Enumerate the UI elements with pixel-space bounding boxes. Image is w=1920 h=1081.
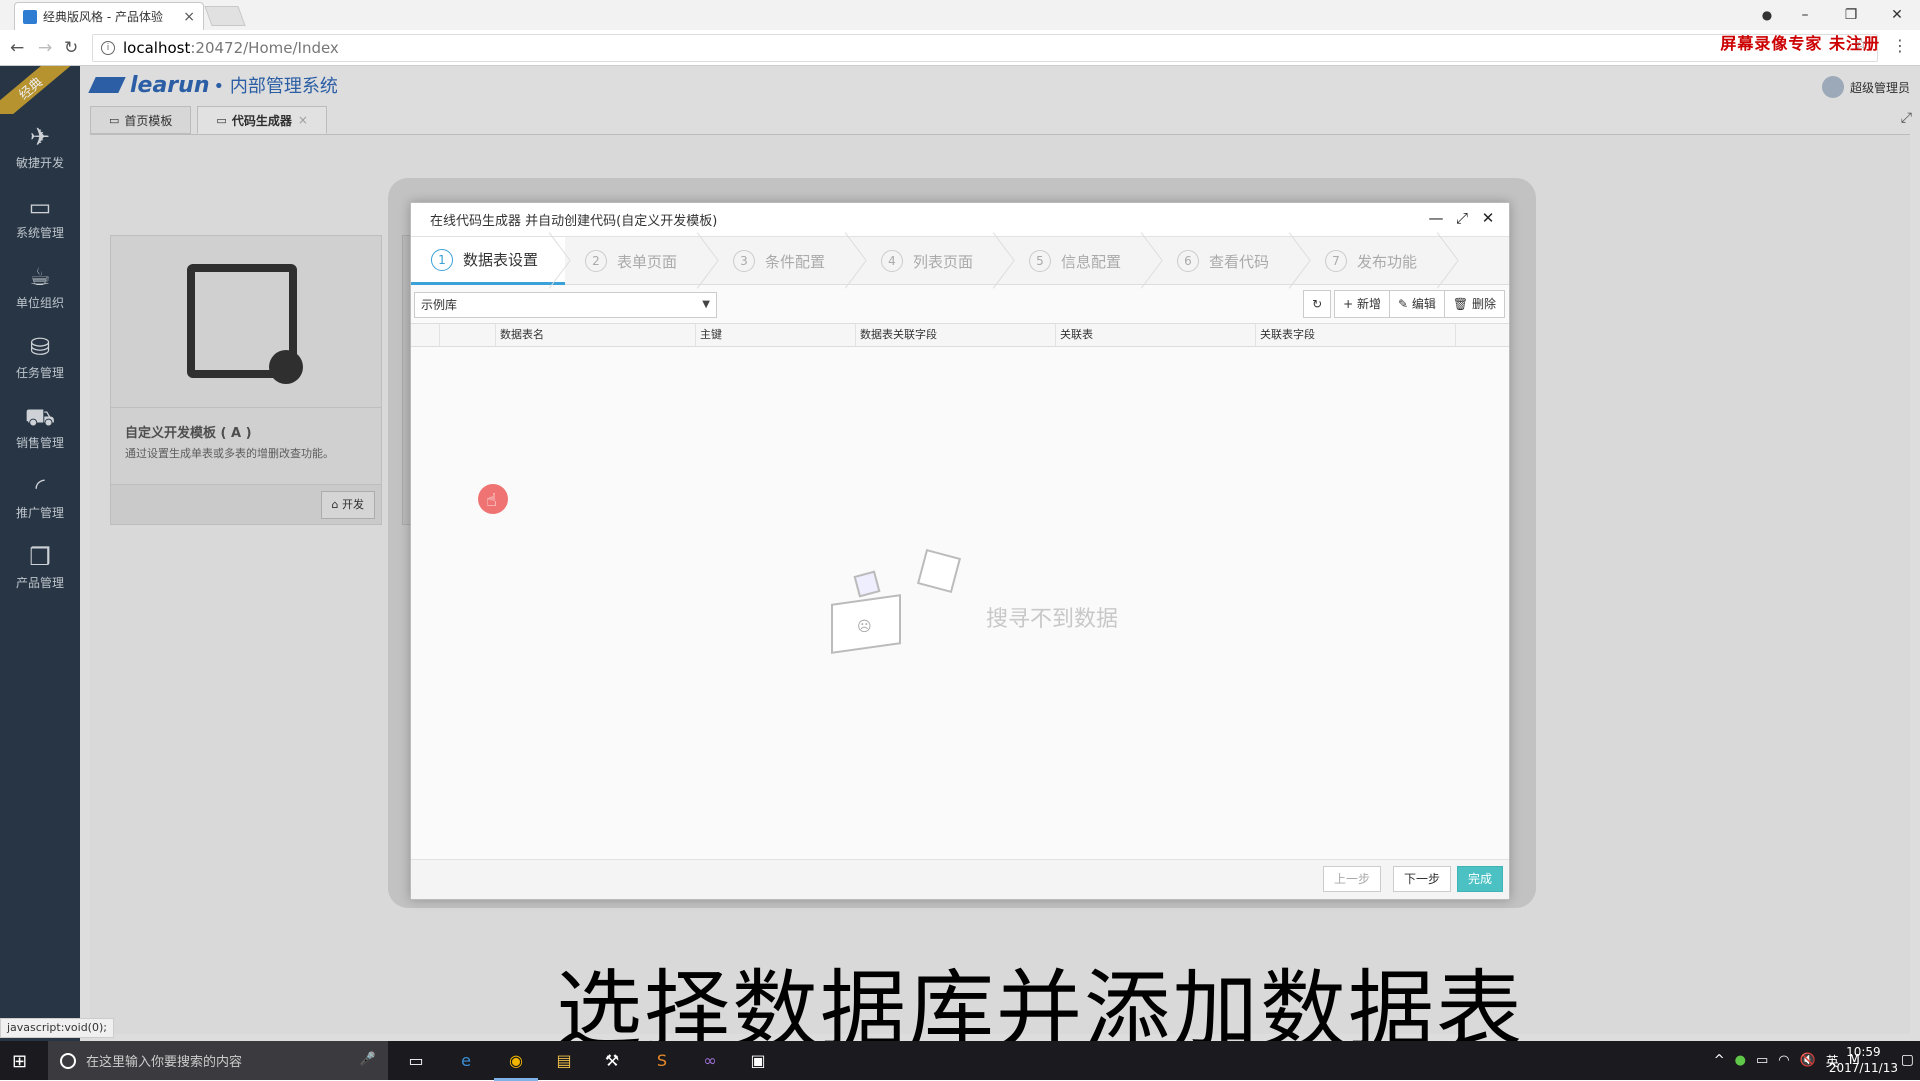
status-bar: javascript:void(0); (0, 1018, 114, 1038)
file-explorer-icon[interactable]: ▤ (552, 1049, 576, 1073)
step-condition-config[interactable]: 3 条件配置 (713, 237, 861, 285)
column-header[interactable]: 数据表关联字段 (855, 324, 1055, 346)
column-header[interactable]: 关联表字段 (1255, 324, 1455, 346)
toolbar-buttons: ↻ + 新增 ✎ 编辑 🗑 删除 (1303, 290, 1505, 318)
restore-icon[interactable]: ❐ (1828, 7, 1874, 23)
app-root: 经典 ✈ 敏捷开发 ▭ 系统管理 ☕ 单位组织 ⛁ 任务管理 ⛟ 销售管理 ◜ … (0, 66, 1920, 1041)
favicon-icon (23, 9, 37, 24)
taskbar-search[interactable]: 在这里输入你要搜索的内容 🎤 (48, 1041, 388, 1080)
windows-taskbar: ⊞ 在这里输入你要搜索的内容 🎤 ▭ e ◉ ▤ ⚒ S ∞ ▣ ^ ● ▭ ◠… (0, 1041, 1920, 1081)
table-header: 数据表名 主键 数据表关联字段 关联表 关联表字段 (411, 323, 1509, 347)
new-tab-button[interactable] (204, 6, 246, 26)
url-path: :20472/Home/Index (190, 39, 339, 57)
edit-button[interactable]: ✎ 编辑 (1389, 290, 1445, 318)
volume-muted-icon[interactable]: 🔇 (1800, 1053, 1816, 1068)
tab-close-icon[interactable]: × (183, 9, 195, 25)
recorder-app-icon[interactable]: ▣ (746, 1049, 770, 1073)
step-list-page[interactable]: 4 列表页面 (861, 237, 1009, 285)
browser-menu-icon[interactable]: ⋮ (1892, 36, 1908, 55)
chrome-icon[interactable]: ◉ (494, 1049, 538, 1081)
refresh-icon: ↻ (1312, 297, 1323, 311)
forward-icon[interactable]: → (38, 38, 52, 58)
delete-button[interactable]: 🗑 删除 (1443, 290, 1505, 318)
add-button[interactable]: + 新增 (1334, 290, 1391, 318)
browser-toolbar: ← → ↻ i localhost :20472/Home/Index 屏幕录像… (0, 30, 1920, 66)
column-header[interactable]: 数据表名 (495, 324, 695, 346)
empty-box-icon: ☹ (821, 570, 911, 654)
spacer-column (1455, 324, 1509, 346)
prev-button[interactable]: 上一步 (1322, 866, 1381, 892)
dialog-header: 在线代码生成器 并自动创建代码(自定义开发模板) (411, 203, 1509, 237)
minimize-icon[interactable]: – (1782, 7, 1828, 23)
clock[interactable]: 10:59 2017/11/13 (1829, 1044, 1898, 1076)
visual-studio-icon[interactable]: ∞ (698, 1049, 722, 1073)
url-bar[interactable]: i localhost :20472/Home/Index (92, 34, 1878, 62)
step-view-code[interactable]: 6 查看代码 (1157, 237, 1305, 285)
task-view-icon[interactable]: ▭ (404, 1049, 428, 1073)
code-generator-dialog: 在线代码生成器 并自动创建代码(自定义开发模板) — ⤢ ✕ 1 数据表设置 2… (410, 202, 1510, 900)
edge-icon[interactable]: e (454, 1049, 478, 1073)
browser-tab-title: 经典版风格 - 产品体验 (43, 10, 163, 24)
dialog-controls: — ⤢ ✕ (1423, 209, 1501, 227)
empty-state: ☹ 搜寻不到数据 (781, 523, 1151, 663)
cortana-icon (60, 1052, 76, 1069)
mouse-cursor-icon (478, 484, 508, 514)
notification-icon[interactable]: ▢ (1901, 1052, 1914, 1068)
tools-icon[interactable]: ⚒ (600, 1049, 624, 1073)
wizard-steps: 1 数据表设置 2 表单页面 3 条件配置 4 列表页面 5 信息配置 6 查看… (411, 237, 1509, 285)
sublime-icon[interactable]: S (650, 1049, 674, 1073)
reload-icon[interactable]: ↻ (64, 38, 78, 58)
url-host: localhost (123, 39, 191, 57)
empty-text: 搜寻不到数据 (986, 607, 1119, 632)
column-header[interactable]: 主键 (695, 324, 855, 346)
maximize-icon[interactable]: ⤢ (1449, 209, 1475, 227)
tray-chevron-icon[interactable]: ^ (1714, 1053, 1725, 1068)
step-publish[interactable]: 7 发布功能 (1305, 237, 1453, 285)
dialog-toolbar: 示例库 ▼ ↻ + 新增 ✎ 编辑 🗑 删除 (411, 285, 1509, 323)
profile-icon[interactable]: ● (1752, 8, 1782, 22)
finish-button[interactable]: 完成 (1456, 866, 1503, 892)
browser-titlebar: 经典版风格 - 产品体验 × ● – ❐ ✕ (0, 0, 1920, 30)
caret-down-icon: ▼ (702, 299, 710, 310)
microphone-icon[interactable]: 🎤 (360, 1052, 376, 1067)
dialog-footer: 上一步 下一步 完成 (411, 859, 1509, 899)
windows-start-icon[interactable]: ⊞ (12, 1051, 27, 1072)
paper-icon (853, 570, 881, 598)
edit-icon: ✎ (1398, 297, 1412, 311)
window-controls: ● – ❐ ✕ (1752, 0, 1920, 30)
refresh-button[interactable]: ↻ (1303, 290, 1332, 318)
database-select[interactable]: 示例库 ▼ (414, 292, 717, 318)
wechat-icon[interactable]: ● (1735, 1053, 1746, 1068)
next-button[interactable]: 下一步 (1392, 866, 1451, 892)
close-icon[interactable]: ✕ (1475, 209, 1501, 227)
step-form-page[interactable]: 2 表单页面 (565, 237, 713, 285)
network-icon[interactable]: ◠ (1778, 1053, 1789, 1068)
column-header[interactable]: 关联表 (1055, 324, 1255, 346)
dialog-title: 在线代码生成器 并自动创建代码(自定义开发模板) (430, 214, 718, 229)
minimize-icon[interactable]: — (1423, 209, 1449, 227)
row-number-column (411, 324, 439, 346)
plus-icon: + (1343, 297, 1358, 311)
bookmark-star-icon[interactable]: ☆ (1854, 34, 1868, 53)
back-icon[interactable]: ← (10, 38, 24, 58)
paper-icon (916, 548, 962, 594)
checkbox-column (439, 324, 495, 346)
close-window-icon[interactable]: ✕ (1874, 7, 1920, 23)
info-icon[interactable]: i (101, 41, 115, 55)
step-table-settings[interactable]: 1 数据表设置 (411, 237, 565, 285)
trash-icon: 🗑 (1452, 297, 1472, 311)
browser-tab[interactable]: 经典版风格 - 产品体验 × (14, 2, 204, 30)
battery-icon[interactable]: ▭ (1756, 1053, 1768, 1068)
step-info-config[interactable]: 5 信息配置 (1009, 237, 1157, 285)
